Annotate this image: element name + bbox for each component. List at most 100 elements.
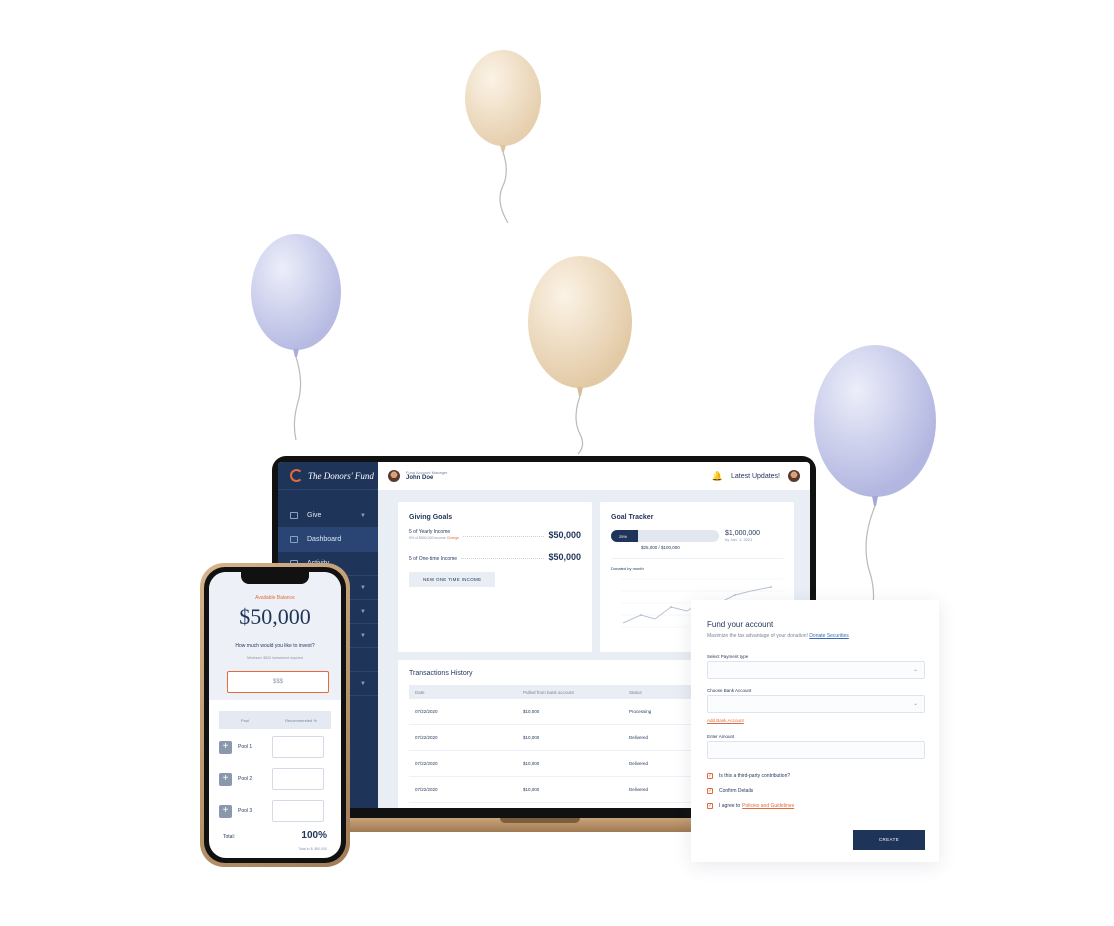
balloon-cream-center: [528, 256, 632, 454]
sidebar-item-label: Dashboard: [307, 536, 342, 543]
card-title: Giving Goals: [409, 514, 453, 521]
column-header: Recommended %: [285, 717, 317, 723]
cell-date: 07/22/2020: [415, 735, 438, 740]
card-title: Goal Tracker: [611, 514, 654, 521]
cell-status: Delivered: [629, 787, 649, 792]
fund-account-panel: Fund your account Maximize the tax advan…: [691, 600, 939, 862]
pool-percent-input[interactable]: [272, 800, 324, 822]
pool-percent-input[interactable]: [272, 736, 324, 758]
goal-amount: $50,000: [548, 552, 581, 562]
avatar[interactable]: [388, 470, 400, 482]
policies-link[interactable]: Policies and Guidelines: [742, 803, 794, 809]
goal-label: 5 of One-time Income: [409, 556, 458, 562]
total-percent: 100%: [301, 830, 327, 841]
tracker-date: by Jan. 1, 2021: [725, 537, 753, 542]
table-header: Pool Recommended %: [219, 711, 331, 729]
pool-row: + Pool 3: [219, 795, 331, 827]
checkbox-label: I agree to: [719, 803, 741, 809]
confirm-details-checkbox-row[interactable]: ✓ Confirm Details: [707, 788, 753, 794]
topbar-right: 🔔 Latest Updates!: [712, 470, 800, 482]
column-header: Pool: [240, 717, 249, 723]
pool-allocation-table: Pool Recommended % + Pool 1 + Pool 2 + P…: [219, 711, 331, 841]
plus-icon[interactable]: +: [219, 804, 232, 818]
divider: [463, 536, 545, 537]
panel-title: Fund your account: [707, 620, 774, 629]
checkbox-label: Is this a third-party contribution?: [719, 773, 791, 779]
latest-updates-link[interactable]: Latest Updates!: [731, 473, 780, 480]
home-icon: [290, 536, 298, 543]
bell-icon[interactable]: 🔔: [712, 471, 723, 482]
payment-type-label: Select Payment type: [707, 654, 749, 659]
balloon-lavender-right: [814, 345, 936, 632]
cell-date: 07/22/2020: [415, 709, 438, 714]
goal-amount: $50,000: [548, 530, 581, 540]
checkbox-checked-icon[interactable]: ✓: [707, 773, 713, 779]
invest-amount-input[interactable]: $$$: [227, 671, 329, 693]
sidebar-item-dashboard[interactable]: Dashboard: [278, 528, 378, 552]
cell-status: Delivered: [629, 761, 649, 766]
pool-name: Pool 1: [238, 744, 253, 750]
checkbox-checked-icon[interactable]: ✓: [707, 803, 713, 809]
pool-name: Pool 3: [238, 808, 253, 814]
panel-subtitle: Maximize the tax advantage of your donat…: [707, 633, 849, 639]
cell-status: Delivered: [629, 735, 649, 740]
sidebar-item-give[interactable]: Give ▼: [278, 504, 378, 528]
divider: [461, 558, 545, 559]
bank-account-label: Choose Bank Account: [707, 688, 752, 693]
avatar[interactable]: [788, 470, 800, 482]
change-link[interactable]: Change: [447, 536, 459, 540]
sidebar-item-label: Give: [307, 512, 322, 519]
tracker-total: $1,000,000: [725, 530, 761, 537]
bank-account-select[interactable]: ⌄: [707, 695, 925, 713]
invest-question: How much would you like to invest?: [235, 643, 315, 649]
total-label: Total:: [223, 834, 235, 840]
giving-goals-card: Giving Goals 5 of Yearly Income 5% of $5…: [398, 502, 592, 652]
goal-label: 5 of Yearly Income: [409, 529, 451, 535]
column-header: Pulled from bank account: [523, 689, 574, 695]
chevron-down-icon: ⌄: [912, 667, 918, 673]
available-balance-value: $50,000: [239, 604, 311, 629]
chart-title: Donated by month: [611, 566, 644, 571]
checkbox-label: Confirm Details: [719, 788, 754, 794]
phone-screen: Available Balance $50,000 How much would…: [209, 572, 341, 858]
topbar: Fund Account Manager John Doe 🔔 Latest U…: [378, 462, 810, 490]
chevron-down-icon: ⌄: [912, 701, 918, 707]
pool-name: Pool 2: [238, 776, 253, 782]
user-name: John Doe: [406, 474, 434, 481]
user-menu[interactable]: Fund Account Manager John Doe: [406, 470, 447, 482]
chevron-down-icon: ▼: [360, 680, 366, 687]
checkbox-checked-icon[interactable]: ✓: [707, 788, 713, 794]
pool-percent-input[interactable]: [272, 768, 324, 790]
tracker-progress-text: $25,000 / $100,000: [641, 545, 680, 550]
donate-securities-link[interactable]: Donate Securities: [809, 633, 848, 639]
payment-type-select[interactable]: ⌄: [707, 661, 925, 679]
new-one-time-income-button[interactable]: NEW ONE TIME INCOME: [409, 572, 496, 587]
column-header: Status: [629, 689, 642, 695]
total-in-dollars: Total in $: $50,000: [298, 847, 327, 851]
agree-policies-checkbox-row[interactable]: ✓ I agree to Policies and Guidelines: [707, 803, 794, 809]
goal-progress-bar: 25%: [611, 530, 719, 542]
cell-amount: $10,000: [523, 709, 540, 714]
plus-icon[interactable]: +: [219, 740, 232, 754]
pool-row: + Pool 1: [219, 731, 331, 763]
cell-amount: $10,000: [523, 761, 540, 766]
phone-frame: Available Balance $50,000 How much would…: [200, 563, 350, 867]
chevron-down-icon: ▼: [360, 584, 366, 591]
balloon-lavender-left: [251, 234, 341, 441]
goal-progress-fill: 25%: [611, 530, 638, 542]
create-button[interactable]: CREATE: [853, 830, 925, 850]
laptop-notch: [500, 818, 580, 823]
brand[interactable]: The Donors' Fund: [278, 462, 378, 490]
chevron-down-icon: ▼: [360, 608, 366, 615]
balloon-cream-top: [465, 50, 541, 224]
cell-date: 07/22/2020: [415, 787, 438, 792]
goal-row: 5 of One-time Income $50,000: [409, 552, 581, 562]
amount-label: Enter Amount: [707, 734, 735, 739]
phone-notch: [241, 572, 309, 584]
add-bank-account-link[interactable]: Add Bank Account: [707, 718, 744, 723]
plus-icon[interactable]: +: [219, 772, 232, 786]
cell-status: Processing: [629, 709, 652, 714]
goal-row: 5 of Yearly Income 5% of $500,000 income…: [409, 529, 581, 540]
amount-input[interactable]: [707, 741, 925, 759]
third-party-checkbox-row[interactable]: ✓ Is this a third-party contribution?: [707, 773, 790, 779]
